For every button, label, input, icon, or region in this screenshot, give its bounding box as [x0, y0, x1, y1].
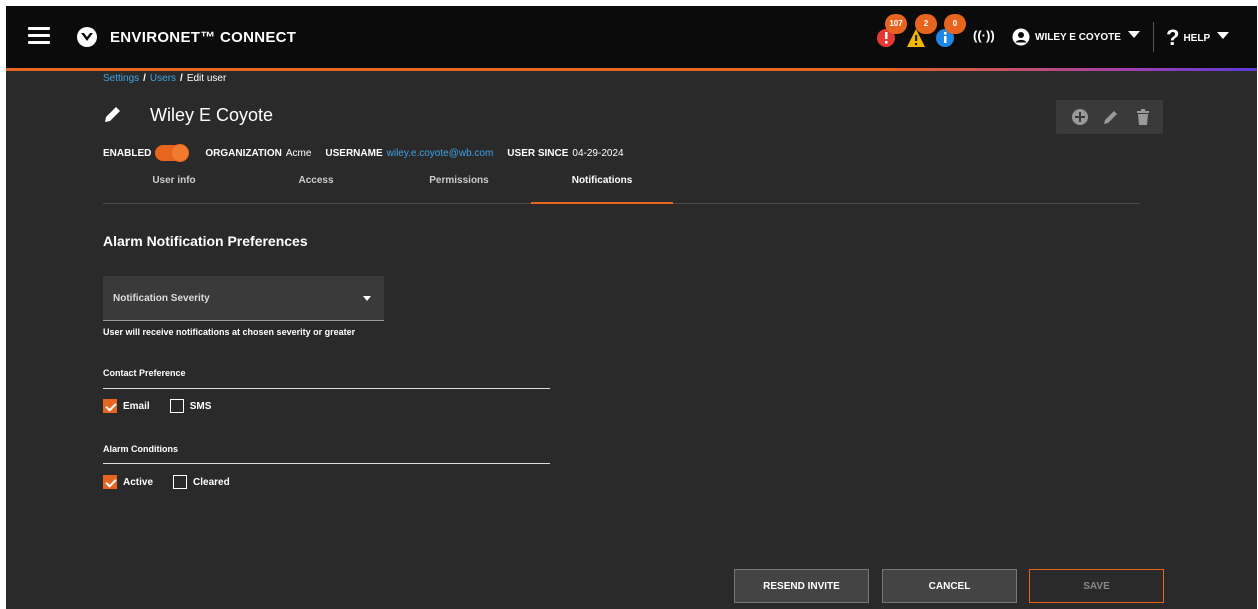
hamburger-menu-icon[interactable] [28, 27, 50, 45]
tab-user-info[interactable]: User info [103, 170, 245, 204]
pencil-icon [105, 107, 120, 122]
conditions-divider [103, 463, 550, 464]
user-name: WILEY E COYOTE [1035, 31, 1121, 43]
vertiv-logo-icon [77, 27, 97, 47]
app-title: ENVIRONET™ CONNECT [110, 29, 297, 46]
cleared-option[interactable]: Cleared [173, 475, 230, 489]
severity-hint: User will receive notifications at chose… [103, 327, 356, 337]
active-label: Active [123, 476, 154, 488]
top-bar: ENVIRONET™ CONNECT 107 2 0 ((·)) WILEY E… [6, 6, 1257, 68]
help-label: HELP [1183, 32, 1211, 44]
critical-alert-icon[interactable]: 107 [876, 14, 907, 50]
enabled-label: ENABLED [103, 147, 152, 159]
severity-placeholder: Notification Severity [113, 293, 210, 304]
header-divider [1153, 22, 1154, 52]
email-option[interactable]: Email [103, 399, 150, 413]
sms-option[interactable]: SMS [169, 399, 212, 413]
tab-permissions[interactable]: Permissions [388, 170, 530, 204]
user-meta: ENABLED ORGANIZATION Acme USERNAME wiley… [103, 144, 638, 162]
help-icon: ? [1166, 25, 1180, 50]
user-menu[interactable]: WILEY E COYOTE [1012, 25, 1140, 49]
notification-severity-select[interactable]: Notification Severity [103, 276, 384, 321]
edit-pencil-icon[interactable] [1102, 108, 1120, 126]
chevron-down-icon [1217, 31, 1230, 39]
save-button[interactable]: SAVE [1029, 569, 1164, 603]
warning-alert-count: 2 [915, 14, 937, 34]
accent-line [6, 68, 1257, 71]
email-label: Email [123, 400, 150, 412]
info-alert-count: 0 [944, 14, 966, 34]
breadcrumb-current: Edit user [186, 73, 227, 84]
chevron-down-icon [1127, 30, 1140, 38]
warning-alert-icon[interactable]: 2 [906, 14, 937, 50]
contact-divider [103, 388, 550, 389]
condition-options: Active Cleared [103, 475, 250, 489]
page-title: Wiley E Coyote [150, 105, 274, 125]
add-circle-icon[interactable] [1071, 108, 1089, 126]
app-frame: ENVIRONET™ CONNECT 107 2 0 ((·)) WILEY E… [6, 6, 1257, 609]
user-since-label: USER SINCE [507, 147, 569, 159]
section-title: Alarm Notification Preferences [103, 233, 308, 249]
user-actions [1056, 100, 1163, 134]
organization-value: Acme [285, 147, 312, 159]
breadcrumb-settings[interactable]: Settings [103, 73, 139, 84]
contact-options: Email SMS [103, 399, 231, 413]
enabled-toggle[interactable] [155, 144, 190, 162]
user-avatar-icon [1012, 28, 1030, 46]
breadcrumb-users[interactable]: Users [150, 73, 176, 84]
breadcrumb: Settings / Users / Edit user [103, 73, 226, 84]
alarm-conditions-label: Alarm Conditions [103, 444, 179, 454]
contact-preference-label: Contact Preference [103, 368, 186, 378]
cleared-label: Cleared [193, 476, 230, 488]
tab-access[interactable]: Access [245, 170, 387, 204]
info-alert-icon[interactable]: 0 [935, 14, 966, 50]
help-menu[interactable]: ? HELP [1166, 25, 1230, 51]
trash-icon[interactable] [1134, 108, 1152, 126]
critical-alert-count: 107 [885, 14, 907, 34]
cleared-checkbox[interactable] [173, 475, 188, 489]
username-label: USERNAME [325, 147, 383, 159]
username-value[interactable]: wiley.e.coyote@wb.com [387, 148, 494, 159]
breadcrumb-separator: / [143, 73, 146, 84]
active-checkbox[interactable] [103, 475, 117, 489]
tab-notifications[interactable]: Notifications [531, 170, 673, 204]
email-checkbox[interactable] [103, 399, 117, 413]
sms-label: SMS [189, 400, 212, 412]
active-option[interactable]: Active [103, 475, 153, 489]
tab-bar: User info Access Permissions Notificatio… [103, 170, 1140, 204]
user-since-value: 04-29-2024 [572, 147, 624, 159]
breadcrumb-separator: / [180, 73, 183, 84]
broadcast-signal-icon[interactable]: ((·)) [973, 28, 995, 43]
cancel-button[interactable]: CANCEL [882, 569, 1017, 603]
organization-label: ORGANIZATION [205, 147, 282, 159]
dropdown-caret-icon [363, 296, 371, 301]
resend-invite-button[interactable]: RESEND INVITE [734, 569, 869, 603]
sms-checkbox[interactable] [169, 399, 184, 413]
